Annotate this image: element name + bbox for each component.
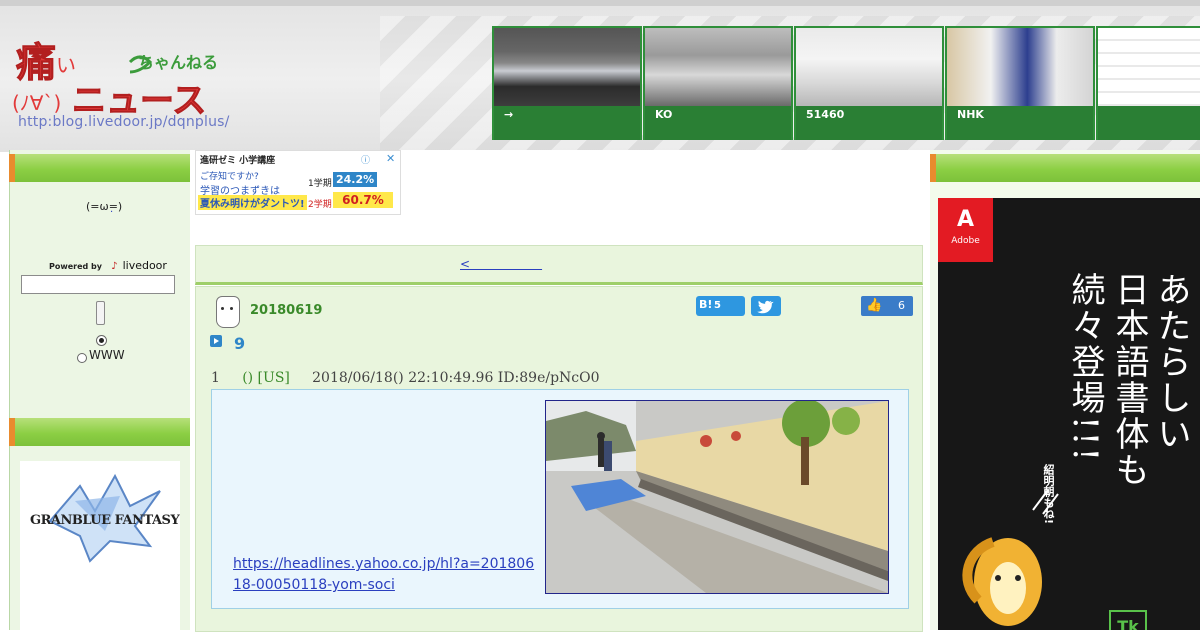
- tweet-button[interactable]: [751, 296, 781, 316]
- prev-post-link[interactable]: <: [460, 255, 542, 272]
- sidebar-header-bar: [9, 154, 190, 182]
- thumb-card[interactable]: KO: [643, 26, 793, 140]
- thumb-card[interactable]: →: [492, 26, 642, 140]
- sidebar-face-icon: (=ω=): [86, 200, 123, 213]
- radio-site[interactable]: [96, 335, 107, 346]
- title-icon: [210, 335, 222, 347]
- ad-info-icon[interactable]: ⓘ: [361, 153, 370, 166]
- ad-question: ご存知ですか?: [200, 172, 259, 182]
- svg-text:い: い: [56, 53, 76, 77]
- article: 20180619 B! 5 👍 6 9 1 () [US] 2018/06/18…: [195, 286, 923, 632]
- twitter-icon: [757, 300, 774, 314]
- hatena-count: 5: [714, 300, 721, 311]
- ad-value1: 24.2%: [333, 172, 378, 187]
- ad-term1: 1学期: [308, 179, 332, 189]
- response-header: 1 () [US] 2018/06/18() 22:10:49.96 ID:89…: [211, 370, 600, 386]
- like-count: 6: [898, 299, 905, 312]
- post-date: 20180619: [250, 303, 323, 318]
- ad-close-icon[interactable]: ✕: [386, 152, 395, 165]
- ad-term2: 2学期: [308, 200, 332, 210]
- author-icon: [216, 296, 240, 328]
- facebook-like-button[interactable]: 👍: [861, 296, 913, 316]
- adobe-label: Adobe: [951, 236, 980, 246]
- livedoor-label: livedoor: [122, 259, 167, 272]
- post-title: 9: [234, 334, 246, 353]
- thumb-image: [1098, 28, 1200, 106]
- thumb-card[interactable]: [1096, 26, 1200, 140]
- adobe-badge: A Adobe: [938, 198, 993, 262]
- thumb-image: [947, 28, 1093, 106]
- ad-value2: 60.7%: [333, 192, 393, 208]
- site-url[interactable]: http:blog.livedoor.jp/dqnplus/: [18, 114, 230, 130]
- news-photo[interactable]: [545, 400, 889, 594]
- response-body: https://headlines.yahoo.co.jp/hl?a=20180…: [211, 389, 909, 609]
- radio-www-label: WWW: [89, 348, 125, 362]
- ad-brand: 進研ゼミ 小学講座: [200, 156, 276, 166]
- adobe-ad[interactable]: A Adobe あたらしい 日本語書体も 続々登場!!! 紹明朝もね! Tk: [938, 198, 1200, 630]
- thumbnail-strip: → KO 51460 NHK: [492, 26, 1200, 140]
- thumb-caption: NHK: [947, 106, 1093, 140]
- livedoor-icon: ♪: [111, 261, 118, 272]
- sidebar-header-bar: [9, 418, 190, 446]
- granblue-banner[interactable]: GRANBLUE FANTASY: [20, 461, 180, 630]
- svg-text:痛: 痛: [16, 40, 56, 86]
- thumb-image: [645, 28, 791, 106]
- thumb-image: [494, 28, 640, 106]
- post-navigation: <: [195, 245, 923, 285]
- thumb-caption: 51460: [796, 106, 942, 140]
- ad-line2: 夏休み明けがダントツ!: [198, 195, 307, 210]
- hatena-bookmark-button[interactable]: B! 5: [696, 296, 745, 316]
- res-datetime: 2018/06/18() 22:10:49.96 ID:89e/pNcO0: [312, 370, 600, 386]
- res-number: 1: [211, 370, 220, 386]
- thumb-caption: [1098, 106, 1200, 140]
- thumbs-up-icon: 👍: [866, 298, 883, 313]
- site-header: 痛 い ちゃんねる (ﾉ∀`) ニュース http:blog.livedoor.…: [0, 0, 1200, 152]
- typekit-icon: Tk: [1109, 610, 1147, 630]
- sidebar-search-input[interactable]: [21, 275, 175, 294]
- ad-heading-line3: 続々登場!!!: [1065, 272, 1105, 463]
- powered-by[interactable]: Powered by ♪ livedoor: [49, 254, 167, 273]
- adobe-icon: A: [956, 207, 975, 232]
- top-ad-banner[interactable]: 進研ゼミ 小学講座 ⓘ ✕ ご存知ですか? 学習のつまずきは 夏休み明けがダント…: [195, 150, 401, 215]
- thumb-card[interactable]: 51460: [794, 26, 944, 140]
- thumb-card[interactable]: NHK: [945, 26, 1095, 140]
- thumb-caption: →: [494, 106, 640, 140]
- sidebar-dot: .: [110, 204, 114, 215]
- source-link[interactable]: https://headlines.yahoo.co.jp/hl?a=20180…: [233, 554, 539, 596]
- radio-www[interactable]: [77, 353, 87, 363]
- thumb-image: [796, 28, 942, 106]
- hatena-icon: B!: [699, 298, 713, 311]
- res-name: () [US]: [242, 370, 290, 386]
- granblue-title: GRANBLUE FANTASY: [30, 513, 180, 528]
- svg-text:(ﾉ∀`): (ﾉ∀`): [12, 91, 61, 115]
- mascot-illustration: [962, 490, 1059, 626]
- ad-heading-line2: 日本語書体も: [1109, 272, 1149, 488]
- news-photo-image: [546, 401, 888, 593]
- thumb-caption: KO: [645, 106, 791, 140]
- right-header-bar: [930, 154, 1200, 182]
- powered-by-label: Powered by: [49, 262, 102, 271]
- sidebar-search-button[interactable]: [96, 301, 105, 325]
- radio-site-dot: [99, 338, 104, 343]
